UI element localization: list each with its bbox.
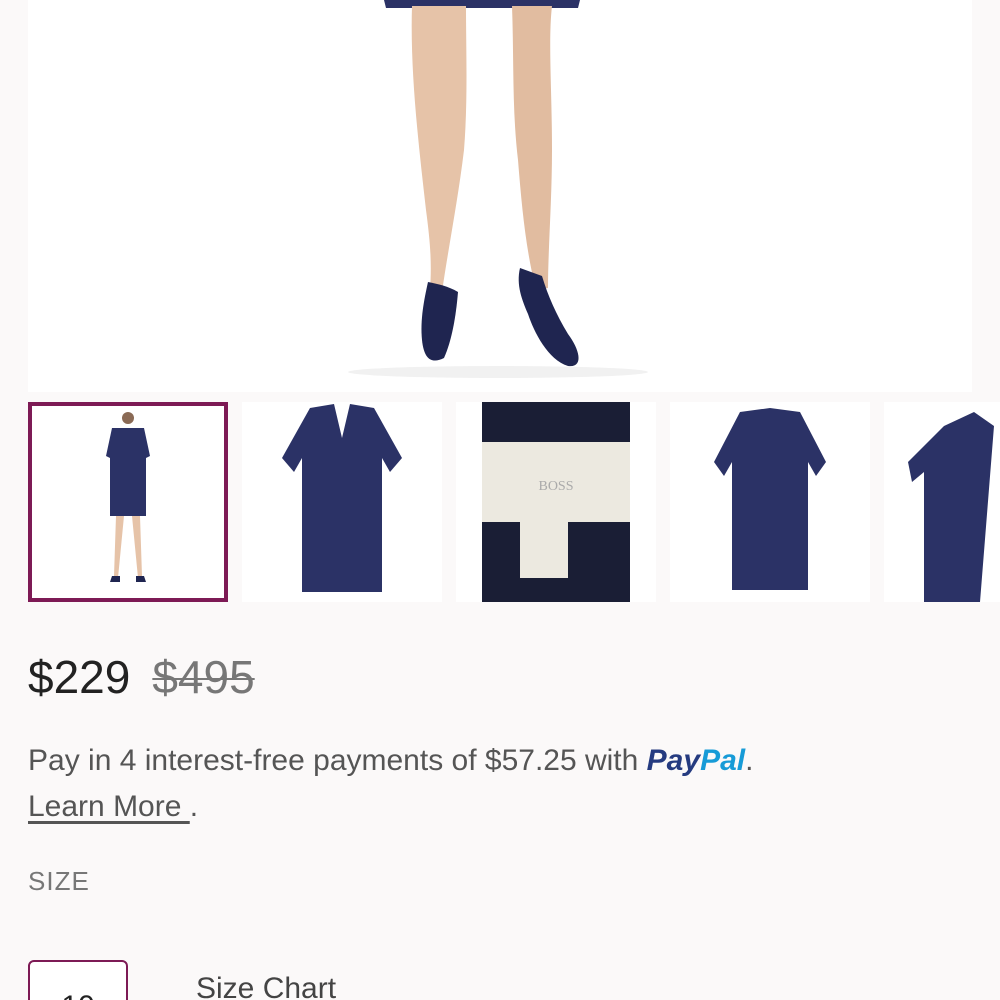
paypal-message-text: Pay in 4 interest-free payments of $57.2… <box>28 744 647 777</box>
price-row: $229 $495 <box>28 650 255 704</box>
original-price: $495 <box>152 651 255 703</box>
paypal-logo: PayPal <box>646 744 746 777</box>
size-chart-link[interactable]: Size Chart <box>196 972 336 1000</box>
product-page: BOSS $229 $495 Pay in 4 interest-free pa… <box>0 0 1000 1000</box>
thumbnail-strip: BOSS <box>28 402 1000 602</box>
current-price: $229 <box>28 651 131 703</box>
thumbnail-dress-front-flat[interactable] <box>242 402 442 602</box>
thumbnail-dress-side-flat[interactable] <box>884 402 1000 602</box>
size-option-button[interactable]: 10 <box>28 960 128 1000</box>
label-brand-text: BOSS <box>538 479 573 494</box>
paypal-installment-message: Pay in 4 interest-free payments of $57.2… <box>28 744 754 823</box>
thumbnail-model-front[interactable] <box>28 402 228 602</box>
thumbnail-label-closeup[interactable]: BOSS <box>456 402 656 602</box>
product-main-image[interactable] <box>28 0 972 392</box>
thumbnail-dress-back-flat[interactable] <box>670 402 870 602</box>
learn-more-link[interactable]: Learn More <box>28 790 190 823</box>
size-section-label: SIZE <box>28 866 90 896</box>
